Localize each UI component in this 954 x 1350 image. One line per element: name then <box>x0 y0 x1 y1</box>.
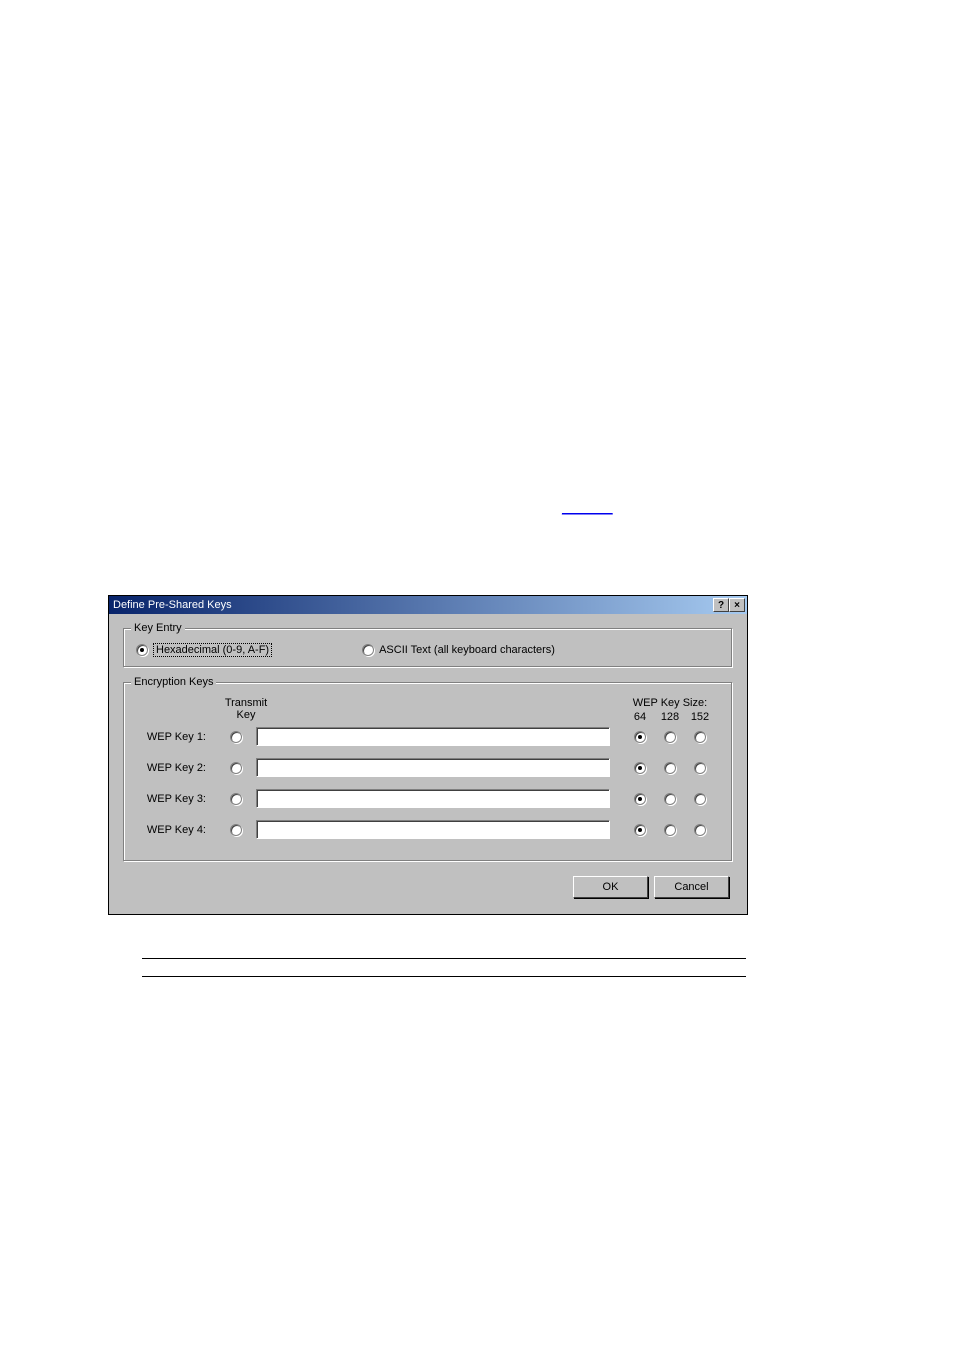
wep-key-2-size-64-radio[interactable] <box>634 762 646 774</box>
hex-radio-label: Hexadecimal (0-9, A-F) <box>153 643 272 657</box>
wep-key-3-input[interactable] <box>256 789 610 808</box>
size-152-header: 152 <box>690 711 710 723</box>
wep-key-2-size-152-radio[interactable] <box>694 762 706 774</box>
ok-button[interactable]: OK <box>573 876 648 898</box>
hex-radio-option[interactable]: Hexadecimal (0-9, A-F) <box>136 643 272 657</box>
wep-key-3-label: WEP Key 3: <box>136 793 216 805</box>
wep-key-4-row: WEP Key 4: <box>136 820 720 839</box>
horizontal-rule-1 <box>142 958 746 959</box>
wep-key-3-transmit-radio[interactable] <box>230 793 242 805</box>
wep-key-1-size-128-radio[interactable] <box>664 731 676 743</box>
encryption-keys-groupbox: Encryption Keys Transmit Key WEP Key Siz… <box>123 682 733 862</box>
wep-key-4-input[interactable] <box>256 820 610 839</box>
close-icon[interactable]: × <box>729 598 745 612</box>
wep-key-1-size-152-radio[interactable] <box>694 731 706 743</box>
wep-key-3-size-64-radio[interactable] <box>634 793 646 805</box>
wep-key-3-size-152-radio[interactable] <box>694 793 706 805</box>
wep-key-2-transmit-radio[interactable] <box>230 762 242 774</box>
wep-key-2-size-128-radio[interactable] <box>664 762 676 774</box>
horizontal-rule-2 <box>142 976 746 977</box>
key-entry-groupbox: Key Entry Hexadecimal (0-9, A-F) ASCII T… <box>123 628 733 668</box>
wep-key-size-label: WEP Key Size: <box>630 697 710 709</box>
ascii-radio-option[interactable]: ASCII Text (all keyboard characters) <box>362 643 555 657</box>
wep-key-2-input[interactable] <box>256 758 610 777</box>
wep-key-2-label: WEP Key 2: <box>136 762 216 774</box>
wep-key-4-transmit-radio[interactable] <box>230 824 242 836</box>
wep-key-1-input[interactable] <box>256 727 610 746</box>
wep-key-3-size-128-radio[interactable] <box>664 793 676 805</box>
dialog-button-row: OK Cancel <box>123 876 733 900</box>
hex-radio[interactable] <box>136 644 148 656</box>
help-icon[interactable]: ? <box>713 598 729 612</box>
wep-key-2-row: WEP Key 2: <box>136 758 720 777</box>
wep-key-1-row: WEP Key 1: <box>136 727 720 746</box>
ascii-radio[interactable] <box>362 644 374 656</box>
define-preshared-keys-dialog: Define Pre-Shared Keys ? × Key Entry Hex… <box>108 595 748 915</box>
wep-key-3-row: WEP Key 3: <box>136 789 720 808</box>
horizontal-rules <box>142 958 746 994</box>
dialog-title: Define Pre-Shared Keys <box>113 599 232 611</box>
ascii-radio-label: ASCII Text (all keyboard characters) <box>379 644 555 656</box>
titlebar-buttons: ? × <box>713 598 745 612</box>
transmit-key-header: Transmit Key <box>216 697 276 723</box>
encryption-keys-legend: Encryption Keys <box>131 676 216 688</box>
wep-key-4-size-64-radio[interactable] <box>634 824 646 836</box>
key-entry-legend: Key Entry <box>131 622 185 634</box>
page-link[interactable]: _______ <box>562 500 613 515</box>
cancel-button[interactable]: Cancel <box>654 876 729 898</box>
size-64-header: 64 <box>630 711 650 723</box>
dialog-body: Key Entry Hexadecimal (0-9, A-F) ASCII T… <box>109 614 747 914</box>
wep-key-4-label: WEP Key 4: <box>136 824 216 836</box>
size-128-header: 128 <box>660 711 680 723</box>
wep-key-1-size-64-radio[interactable] <box>634 731 646 743</box>
titlebar: Define Pre-Shared Keys ? × <box>109 596 747 614</box>
wep-key-size-header: WEP Key Size: 64 128 152 <box>630 697 710 723</box>
wep-key-1-label: WEP Key 1: <box>136 731 216 743</box>
wep-key-4-size-152-radio[interactable] <box>694 824 706 836</box>
wep-key-1-transmit-radio[interactable] <box>230 731 242 743</box>
wep-key-4-size-128-radio[interactable] <box>664 824 676 836</box>
